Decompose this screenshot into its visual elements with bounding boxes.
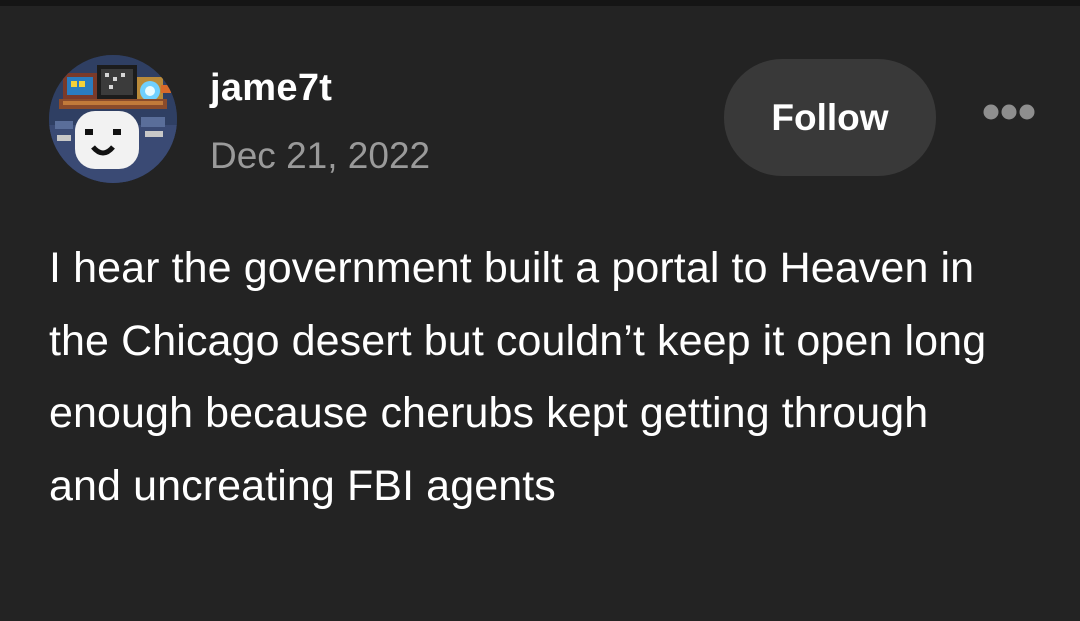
avatar[interactable] <box>49 55 177 183</box>
pixel-art-avatar-icon <box>49 55 177 183</box>
more-options-button[interactable] <box>978 95 1040 129</box>
follow-button[interactable]: Follow <box>724 59 936 176</box>
username[interactable]: jame7t <box>210 64 332 112</box>
post-date: Dec 21, 2022 <box>210 135 431 176</box>
top-divider <box>0 0 1080 6</box>
ellipsis-icon <box>983 104 1035 120</box>
post-body-text: I hear the government built a portal to … <box>49 244 987 510</box>
